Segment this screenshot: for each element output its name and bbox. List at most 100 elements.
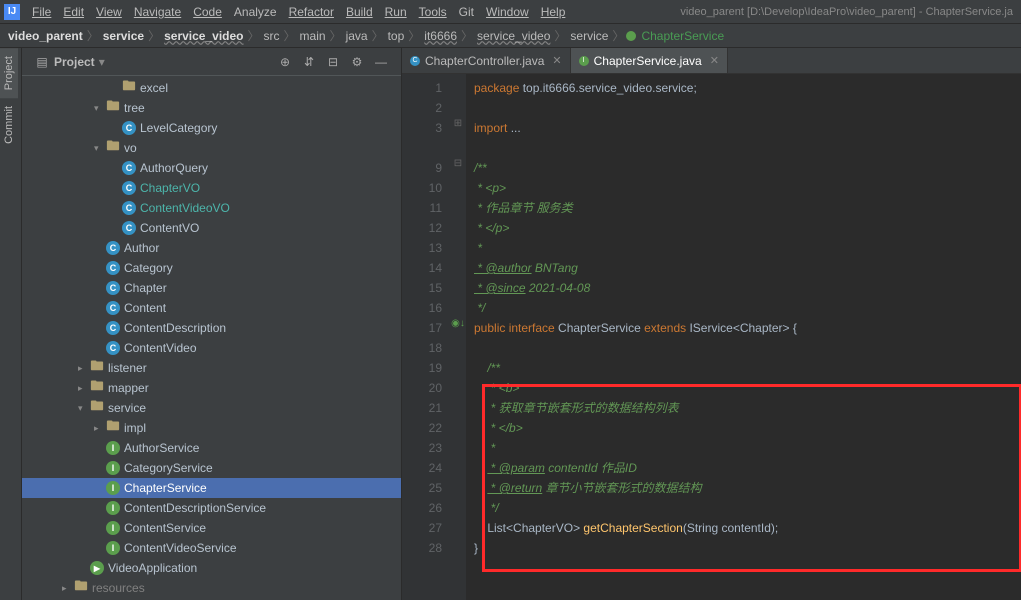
tree-item[interactable]: ContentVideoVO xyxy=(22,198,401,218)
tree-item[interactable]: ContentVideoService xyxy=(22,538,401,558)
locate-icon[interactable]: ⊕ xyxy=(277,54,293,70)
tree-item[interactable]: ContentDescriptionService xyxy=(22,498,401,518)
tab-chaptercontroller[interactable]: C ChapterController.java ✕ xyxy=(402,48,571,73)
tree-item[interactable]: VideoApplication xyxy=(22,558,401,578)
tree-item[interactable]: ContentVO xyxy=(22,218,401,238)
tree-label: ContentService xyxy=(124,521,206,535)
tree-item[interactable]: Category xyxy=(22,258,401,278)
tree-label: resources xyxy=(92,581,145,595)
tree-item[interactable]: ▾service xyxy=(22,398,401,418)
menu-edit[interactable]: Edit xyxy=(57,3,90,21)
folder-icon xyxy=(90,361,104,375)
tree-item[interactable]: ▸impl xyxy=(22,418,401,438)
tree-item[interactable]: Content xyxy=(22,298,401,318)
tree-item[interactable]: Chapter xyxy=(22,278,401,298)
crumb[interactable]: top xyxy=(386,29,407,43)
tree-item[interactable]: ▸mapper xyxy=(22,378,401,398)
class-icon: C xyxy=(410,56,420,66)
tree-label: ChapterVO xyxy=(140,181,200,195)
tree-item[interactable]: AuthorQuery xyxy=(22,158,401,178)
menu-run[interactable]: Run xyxy=(379,3,413,21)
tab-label: ChapterService.java xyxy=(594,54,702,68)
tree-label: mapper xyxy=(108,381,149,395)
crumb[interactable]: service xyxy=(568,29,610,43)
breadcrumb: video_parent〉 service〉 service_video〉 sr… xyxy=(0,24,1021,48)
tree-label: Chapter xyxy=(124,281,167,295)
close-icon[interactable]: ✕ xyxy=(710,54,719,67)
cls-c-icon xyxy=(122,161,136,175)
tree-label: Author xyxy=(124,241,159,255)
menu-navigate[interactable]: Navigate xyxy=(128,3,187,21)
cls-i-icon xyxy=(106,441,120,455)
menu-code[interactable]: Code xyxy=(187,3,228,21)
tree-label: impl xyxy=(124,421,146,435)
menu-help[interactable]: Help xyxy=(535,3,572,21)
cls-c-icon xyxy=(106,261,120,275)
fold-icon[interactable]: ⊟ xyxy=(450,158,466,178)
crumb[interactable]: service_video xyxy=(475,29,552,43)
cls-i-icon xyxy=(106,461,120,475)
chevron-down-icon[interactable]: ▾ xyxy=(99,55,105,69)
tree-item[interactable]: CategoryService xyxy=(22,458,401,478)
crumb[interactable]: it6666 xyxy=(422,29,459,43)
source[interactable]: package top.it6666.service_video.service… xyxy=(466,74,1021,600)
tree-item[interactable]: ▸resources xyxy=(22,578,401,598)
crumb[interactable]: src xyxy=(262,29,282,43)
close-icon[interactable]: ✕ xyxy=(552,54,561,67)
gear-icon[interactable]: ⚙ xyxy=(349,54,365,70)
tree-label: tree xyxy=(124,101,145,115)
folder-icon xyxy=(106,101,120,115)
tab-chapterservice[interactable]: I ChapterService.java ✕ xyxy=(571,48,728,73)
collapse-icon[interactable]: ⊟ xyxy=(325,54,341,70)
tree-label: ContentVideo xyxy=(124,341,197,355)
tree-item[interactable]: ContentDescription xyxy=(22,318,401,338)
tool-project-tab[interactable]: Project xyxy=(0,48,18,98)
tree-item[interactable]: ChapterVO xyxy=(22,178,401,198)
expand-icon[interactable]: ⇵ xyxy=(301,54,317,70)
tab-label: ChapterController.java xyxy=(425,54,544,68)
cls-c-icon xyxy=(106,301,120,315)
tree-item[interactable]: ▸listener xyxy=(22,358,401,378)
tree-item[interactable]: ▾tree xyxy=(22,98,401,118)
tree-label: ContentDescription xyxy=(124,321,226,335)
app-logo: IJ xyxy=(4,4,20,20)
tree-item[interactable]: ContentService xyxy=(22,518,401,538)
cls-c-icon xyxy=(122,221,136,235)
tool-commit-tab[interactable]: Commit xyxy=(0,98,18,152)
menu-git[interactable]: Git xyxy=(453,3,480,21)
gutter-marks: ⊞ ⊟ ◉↓ xyxy=(450,74,466,600)
menu-analyze[interactable]: Analyze xyxy=(228,3,283,21)
menu-build[interactable]: Build xyxy=(340,3,379,21)
tree-item[interactable]: LevelCategory xyxy=(22,118,401,138)
tree-item[interactable]: ContentVideo xyxy=(22,338,401,358)
window-title: video_parent [D:\Develop\IdeaPro\video_p… xyxy=(680,6,1017,18)
menu-view[interactable]: View xyxy=(90,3,128,21)
tree-label: ContentVideoVO xyxy=(140,201,230,215)
tree-item[interactable]: Author xyxy=(22,238,401,258)
tree-label: service xyxy=(108,401,146,415)
fold-icon[interactable]: ⊞ xyxy=(450,118,466,138)
tool-window-icon: ▤ xyxy=(34,54,50,70)
crumb[interactable]: service xyxy=(101,29,146,43)
tree-label: AuthorQuery xyxy=(140,161,208,175)
tree-item[interactable]: excel xyxy=(22,78,401,98)
implements-gutter-icon[interactable]: ◉↓ xyxy=(450,318,466,338)
menu-refactor[interactable]: Refactor xyxy=(283,3,340,21)
hide-icon[interactable]: — xyxy=(373,54,389,70)
crumb[interactable]: video_parent xyxy=(6,29,85,43)
code-editor[interactable]: 1239101112131415161718192021222324252627… xyxy=(402,74,1021,600)
cls-c-icon xyxy=(106,241,120,255)
crumb[interactable]: main xyxy=(298,29,328,43)
tree-item[interactable]: AuthorService xyxy=(22,438,401,458)
tree-item[interactable]: ▾vo xyxy=(22,138,401,158)
project-panel-header: ▤ Project ▾ ⊕ ⇵ ⊟ ⚙ — xyxy=(22,48,401,76)
menu-file[interactable]: File xyxy=(26,3,57,21)
crumb[interactable]: java xyxy=(344,29,370,43)
menu-window[interactable]: Window xyxy=(480,3,535,21)
menu-tools[interactable]: Tools xyxy=(413,3,453,21)
project-tree[interactable]: excel ▾treeLevelCategory▾vo AuthorQuery Cha… xyxy=(22,76,401,600)
tree-label: excel xyxy=(140,81,168,95)
crumb[interactable]: service_video xyxy=(162,29,245,43)
crumb-leaf[interactable]: ChapterService xyxy=(639,29,726,43)
tree-item[interactable]: ChapterService xyxy=(22,478,401,498)
